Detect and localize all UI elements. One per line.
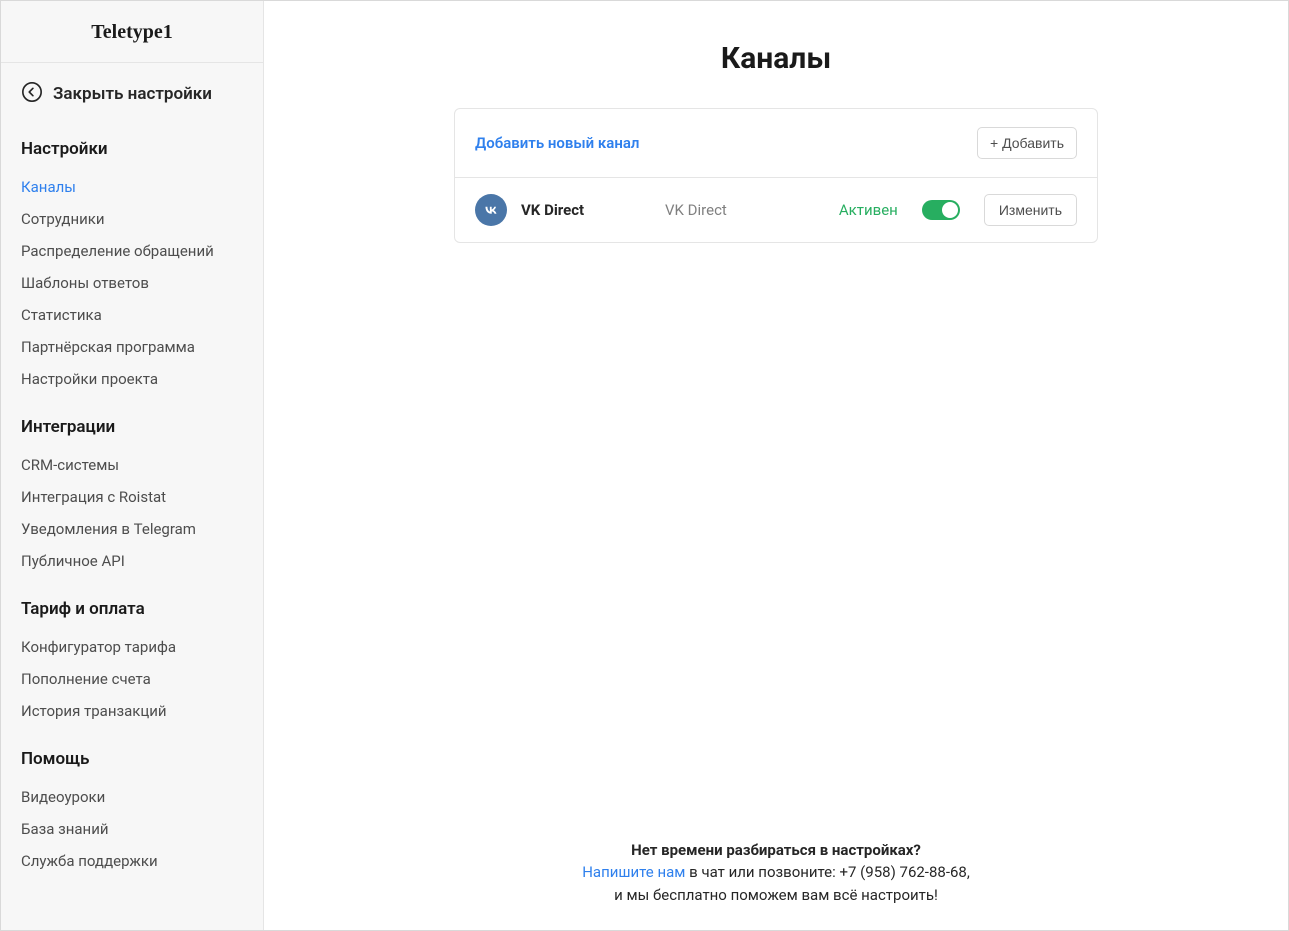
sidebar: Teletype1 Закрыть настройки Настройки Кан…: [1, 1, 264, 930]
footer-line2-rest: в чат или позвоните: +7 (958) 762-88-68,: [685, 863, 969, 881]
channel-row: VK Direct VK Direct Активен Изменить: [455, 178, 1097, 242]
nav-heading: Помощь: [21, 749, 243, 769]
channel-status: Активен: [839, 201, 898, 219]
arrow-left-circle-icon: [21, 81, 43, 107]
nav-item[interactable]: Видеоуроки: [21, 781, 243, 813]
nav-item[interactable]: Публичное API: [21, 545, 243, 577]
footer-contact-link[interactable]: Напишите нам: [582, 863, 685, 881]
vk-icon: [475, 194, 507, 226]
nav-item[interactable]: Пополнение счета: [21, 663, 243, 695]
add-new-channel-label[interactable]: Добавить новый канал: [475, 134, 639, 152]
channel-rows: VK Direct VK Direct Активен Изменить: [455, 178, 1097, 242]
nav-item[interactable]: Каналы: [21, 171, 243, 203]
footer-line3: и мы бесплатно поможем вам всё настроить…: [264, 884, 1288, 907]
nav-item[interactable]: Настройки проекта: [21, 363, 243, 395]
main-content: Каналы Добавить новый канал + Добавить V…: [264, 1, 1288, 930]
nav-item[interactable]: Статистика: [21, 299, 243, 331]
page-title: Каналы: [721, 41, 831, 76]
close-settings-button[interactable]: Закрыть настройки: [1, 63, 263, 117]
nav-item[interactable]: Конфигуратор тарифа: [21, 631, 243, 663]
nav-heading: Настройки: [21, 139, 243, 159]
nav-heading: Интеграции: [21, 417, 243, 437]
nav-list: Конфигуратор тарифаПополнение счетаИстор…: [21, 631, 243, 727]
nav-list: ВидеоурокиБаза знанийСлужба поддержки: [21, 781, 243, 877]
card-header: Добавить новый канал + Добавить: [455, 109, 1097, 178]
plus-icon: +: [990, 135, 998, 151]
nav-item[interactable]: Уведомления в Telegram: [21, 513, 243, 545]
close-settings-label: Закрыть настройки: [53, 84, 212, 104]
nav-section: Интеграции CRM-системыИнтеграция с Roista…: [1, 395, 263, 577]
nav-section: Тариф и оплата Конфигуратор тарифаПополне…: [1, 577, 263, 727]
nav-item[interactable]: База знаний: [21, 813, 243, 845]
channel-name: VK Direct: [521, 201, 651, 219]
nav-item[interactable]: Сотрудники: [21, 203, 243, 235]
nav-item[interactable]: Интеграция с Roistat: [21, 481, 243, 513]
footer-line2: Напишите нам в чат или позвоните: +7 (95…: [264, 861, 1288, 884]
nav-item[interactable]: Распределение обращений: [21, 235, 243, 267]
nav-item[interactable]: Партнёрская программа: [21, 331, 243, 363]
channel-toggle[interactable]: [922, 200, 960, 220]
nav-item[interactable]: CRM-системы: [21, 449, 243, 481]
nav-list: CRM-системыИнтеграция с RoistatУведомлен…: [21, 449, 243, 577]
add-channel-button[interactable]: + Добавить: [977, 127, 1077, 159]
app-name: Teletype1: [21, 21, 243, 44]
add-button-label: Добавить: [1002, 135, 1064, 151]
nav-item[interactable]: История транзакций: [21, 695, 243, 727]
nav-section: Настройки КаналыСотрудникиРаспределение о…: [1, 117, 263, 395]
nav-item[interactable]: Шаблоны ответов: [21, 267, 243, 299]
nav-list: КаналыСотрудникиРаспределение обращенийШ…: [21, 171, 243, 395]
footer-help: Нет времени разбираться в настройках? На…: [264, 839, 1288, 907]
nav-item[interactable]: Служба поддержки: [21, 845, 243, 877]
nav-sections: Настройки КаналыСотрудникиРаспределение о…: [1, 117, 263, 877]
footer-line1: Нет времени разбираться в настройках?: [264, 839, 1288, 862]
channel-type: VK Direct: [665, 201, 825, 219]
channels-card: Добавить новый канал + Добавить VK Direc…: [454, 108, 1098, 243]
sidebar-header: Teletype1: [1, 1, 263, 63]
edit-channel-button[interactable]: Изменить: [984, 194, 1077, 226]
nav-section: Помощь ВидеоурокиБаза знанийСлужба поддер…: [1, 727, 263, 877]
nav-heading: Тариф и оплата: [21, 599, 243, 619]
app-root: Teletype1 Закрыть настройки Настройки Кан…: [0, 0, 1289, 931]
